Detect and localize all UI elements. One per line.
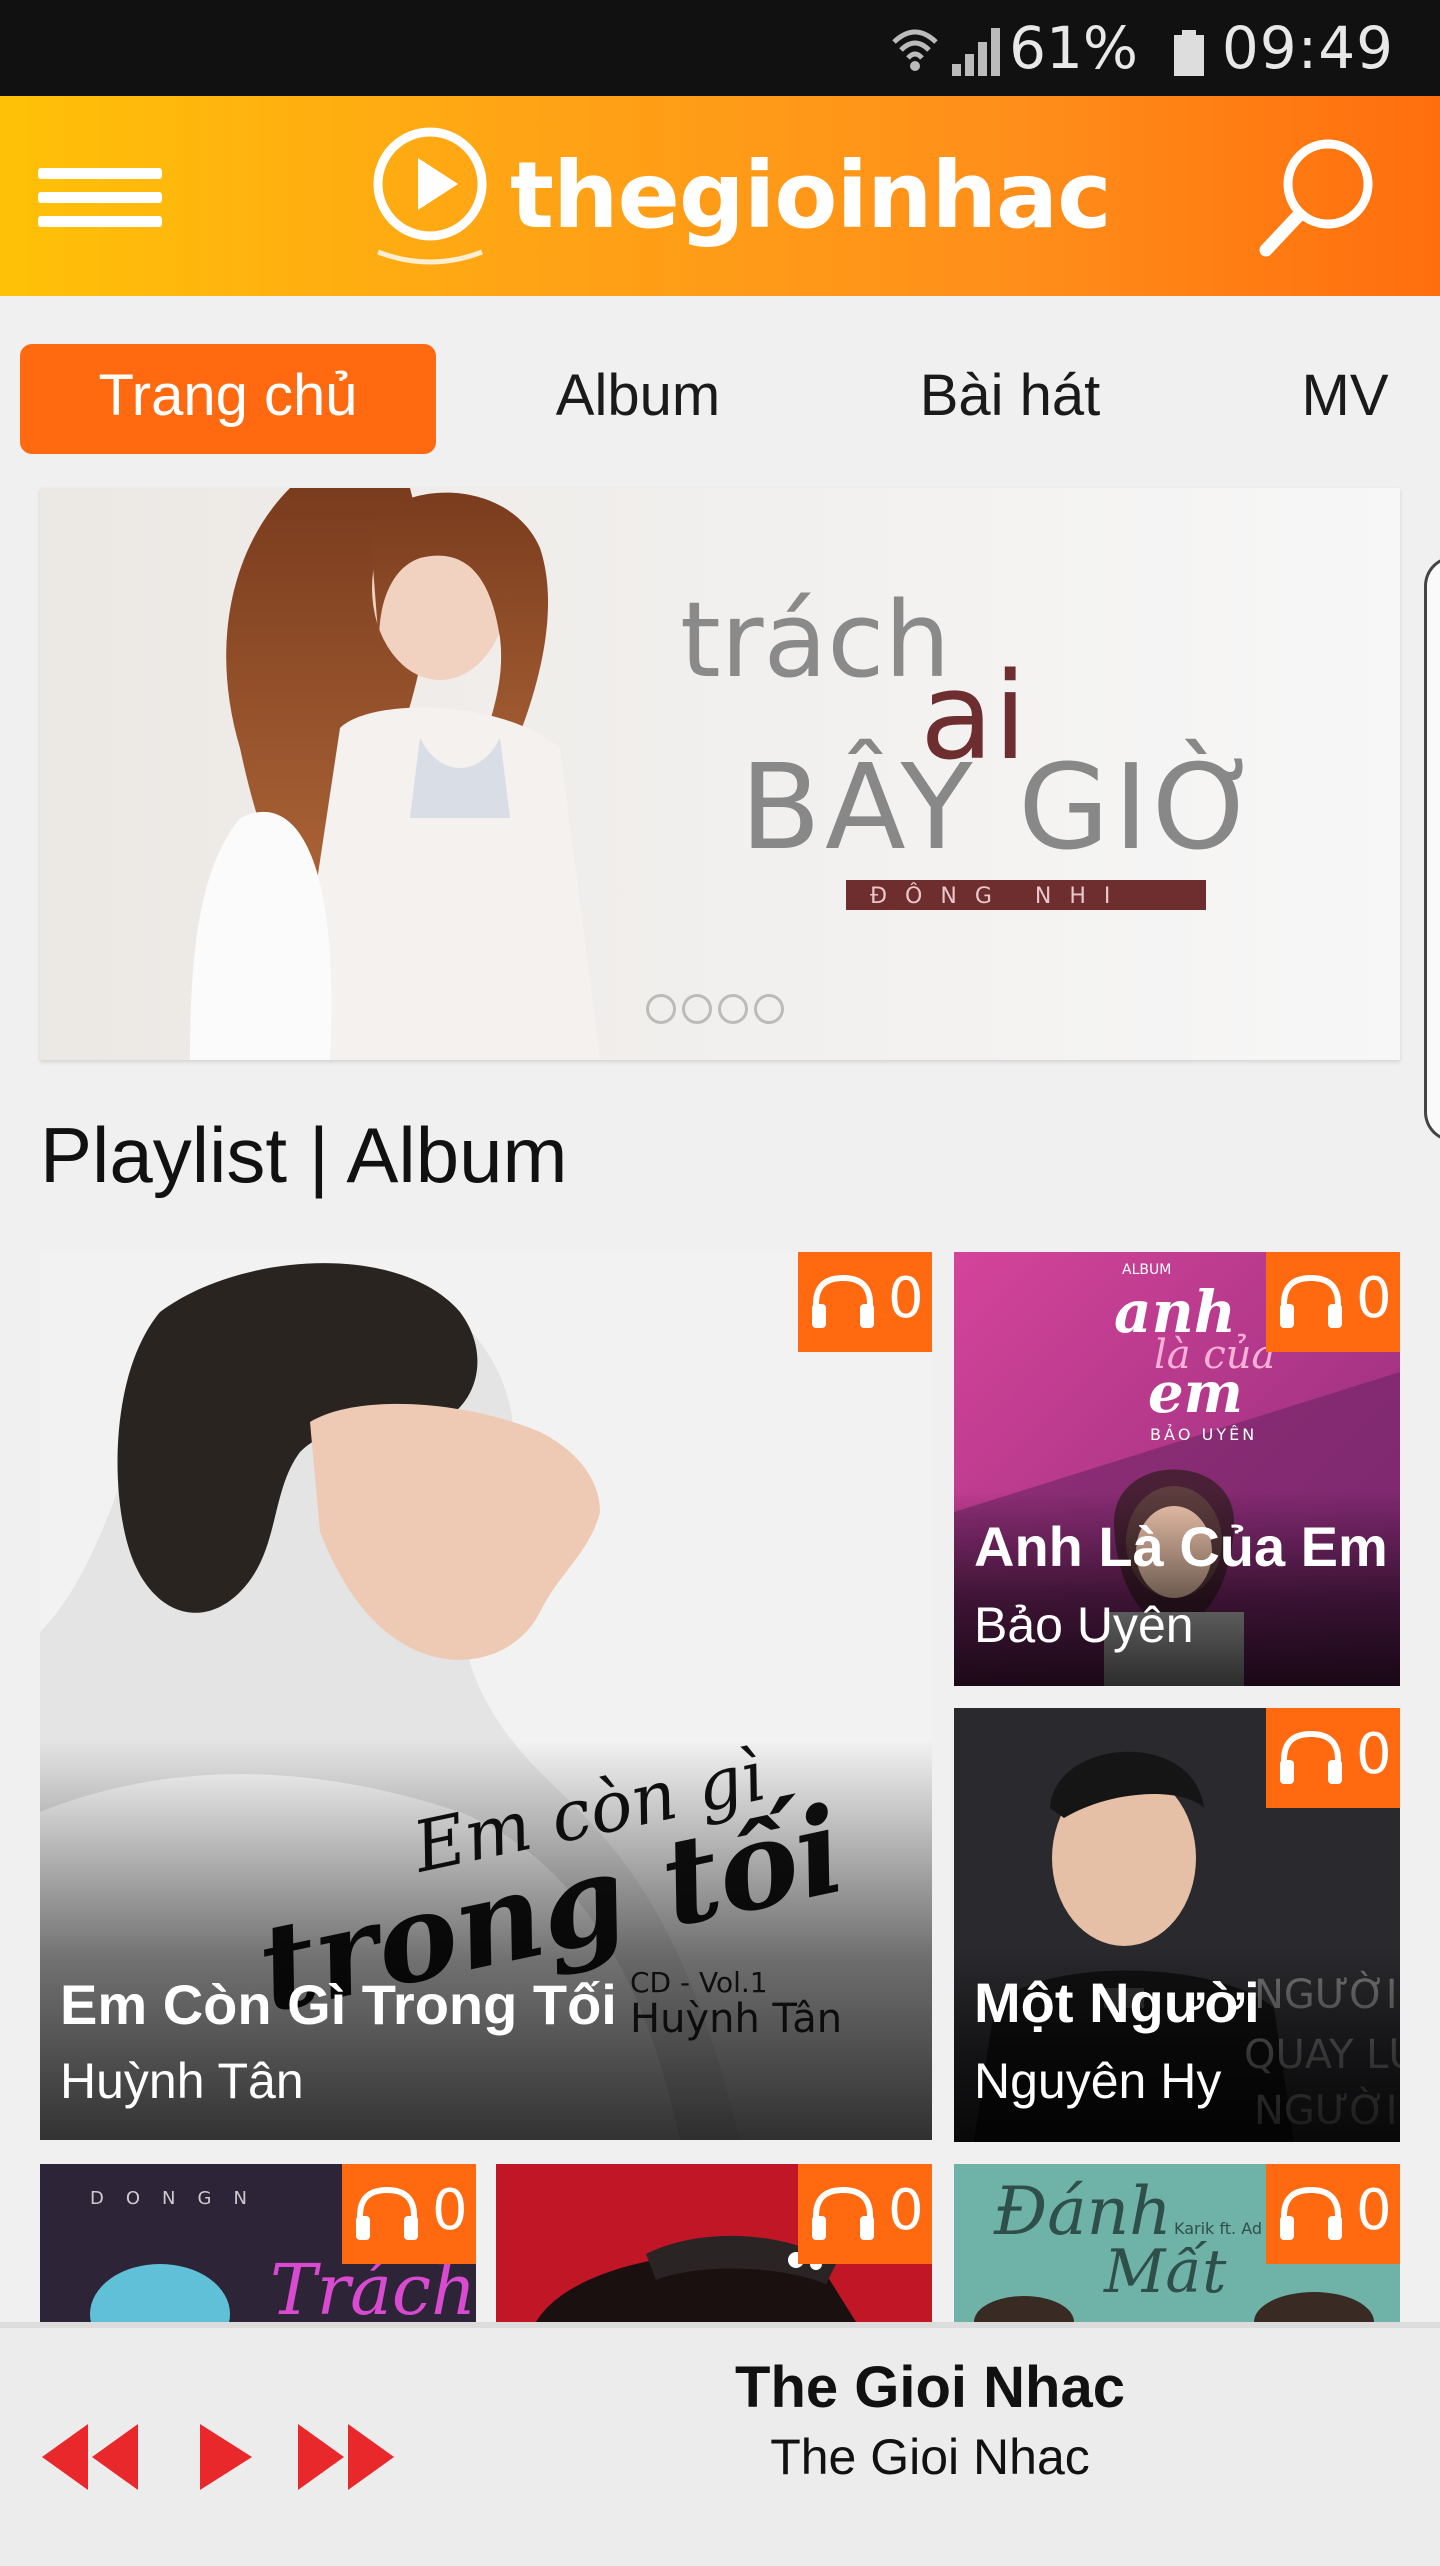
album-card-mot-nguoi[interactable]: NGƯỜI QUAY LƯNG NGƯỜI Một Người Nguyên H… bbox=[954, 1708, 1400, 2142]
logo-text: thegioinhac bbox=[510, 142, 1112, 249]
headphones-icon bbox=[356, 2186, 418, 2240]
play-count: 0 bbox=[432, 2178, 468, 2243]
battery-percent: 61% bbox=[1009, 14, 1138, 82]
menu-button[interactable] bbox=[38, 162, 162, 232]
menu-icon-bar bbox=[38, 216, 162, 227]
play-count-badge: 0 bbox=[798, 1252, 932, 1352]
svg-text:trách: trách bbox=[680, 579, 950, 701]
play-count-badge: 0 bbox=[1266, 2164, 1400, 2264]
album-card-red[interactable]: 0 bbox=[496, 2164, 932, 2322]
play-count-badge: 0 bbox=[342, 2164, 476, 2264]
album-card-anh-la-cua-em[interactable]: ALBUM anh là của em BẢO UYÊN Anh Là Của … bbox=[954, 1252, 1400, 1686]
wifi-icon bbox=[892, 29, 938, 71]
card-artist: Bảo Uyên bbox=[974, 1597, 1194, 1653]
svg-text:ĐÔNG NHI: ĐÔNG NHI bbox=[870, 883, 1128, 909]
mini-player: The Gioi Nhac The Gioi Nhac bbox=[0, 2322, 1440, 2566]
svg-text:em: em bbox=[1148, 1360, 1243, 1426]
rewind-icon[interactable] bbox=[40, 2422, 140, 2492]
headphones-icon bbox=[1280, 2186, 1342, 2240]
card-artist: Nguyên Hy bbox=[974, 2053, 1222, 2109]
headphones-icon bbox=[1280, 1274, 1342, 1328]
album-card-trach[interactable]: DONGN Trách 0 bbox=[40, 2164, 476, 2322]
svg-text:BÂY GIỜ: BÂY GIỜ bbox=[740, 738, 1264, 876]
album-card-danh-mat[interactable]: Đánh Mất Karik ft. Ad 0 bbox=[954, 2164, 1400, 2322]
headphones-icon bbox=[1280, 1730, 1342, 1784]
play-count-badge: 0 bbox=[1266, 1708, 1400, 1808]
tab-album[interactable]: Album bbox=[508, 344, 768, 454]
play-count: 0 bbox=[888, 1266, 924, 1331]
play-count: 0 bbox=[888, 2178, 924, 2243]
tab-home[interactable]: Trang chủ bbox=[20, 344, 436, 454]
app-header: thegioinhac bbox=[0, 96, 1440, 296]
tab-mv[interactable]: MV bbox=[1270, 344, 1420, 454]
status-bar: 61% 09:49 bbox=[0, 0, 1440, 96]
music-disc-icon bbox=[373, 127, 487, 265]
card-artist: Huỳnh Tân bbox=[60, 2053, 304, 2109]
play-count: 0 bbox=[1356, 1266, 1392, 1331]
svg-text:BẢO UYÊN: BẢO UYÊN bbox=[1150, 1424, 1257, 1444]
carousel-dot-4[interactable] bbox=[754, 994, 784, 1024]
carousel-dot-3[interactable] bbox=[718, 994, 748, 1024]
play-count: 0 bbox=[1356, 1722, 1392, 1787]
svg-text:DONGN: DONGN bbox=[90, 2188, 269, 2209]
tab-bar: Trang chủ Album Bài hát MV bbox=[0, 336, 1440, 456]
svg-text:ALBUM: ALBUM bbox=[1122, 1262, 1171, 1278]
app-logo: thegioinhac bbox=[366, 122, 1112, 272]
svg-text:Mất: Mất bbox=[1103, 2237, 1227, 2307]
card-title: Anh Là Của Em bbox=[974, 1515, 1388, 1578]
next-banner-peek[interactable] bbox=[1424, 556, 1440, 1142]
battery-icon bbox=[1174, 30, 1204, 76]
play-count-badge: 0 bbox=[1266, 1252, 1400, 1352]
card-title: Em Còn Gì Trong Tối bbox=[60, 1973, 617, 2036]
now-playing-artist: The Gioi Nhac bbox=[770, 2429, 1090, 2485]
now-playing-title[interactable]: The Gioi Nhac bbox=[620, 2354, 1240, 2421]
headphones-icon bbox=[812, 1274, 874, 1328]
search-icon bbox=[1259, 139, 1373, 257]
tab-songs[interactable]: Bài hát bbox=[880, 344, 1140, 454]
play-count-badge: 0 bbox=[798, 2164, 932, 2264]
headphones-icon bbox=[812, 2186, 874, 2240]
section-title: Playlist | Album bbox=[40, 1111, 568, 1199]
svg-text:Karik ft. Ad: Karik ft. Ad bbox=[1174, 2219, 1262, 2238]
search-button[interactable] bbox=[1254, 132, 1384, 262]
carousel-dot-1[interactable] bbox=[646, 994, 676, 1024]
signal-icon bbox=[952, 28, 1000, 76]
clock: 09:49 bbox=[1221, 14, 1394, 82]
menu-icon-bar bbox=[38, 192, 162, 203]
carousel-dot-2[interactable] bbox=[682, 994, 712, 1024]
album-card-em-con-gi-trong-toi[interactable]: Em còn gì trong tối CD - Vol.1 Huỳnh Tân… bbox=[40, 1252, 932, 2140]
fast-forward-icon[interactable] bbox=[296, 2422, 396, 2492]
featured-banner[interactable]: trách ai BÂY GIỜ ĐÔNG NHI bbox=[40, 488, 1400, 1060]
play-icon[interactable] bbox=[196, 2422, 254, 2492]
card-title: Một Người bbox=[974, 1971, 1260, 2034]
banner-image: trách ai BÂY GIỜ ĐÔNG NHI bbox=[40, 488, 1400, 1060]
menu-icon bbox=[38, 168, 162, 179]
play-count: 0 bbox=[1356, 2178, 1392, 2243]
